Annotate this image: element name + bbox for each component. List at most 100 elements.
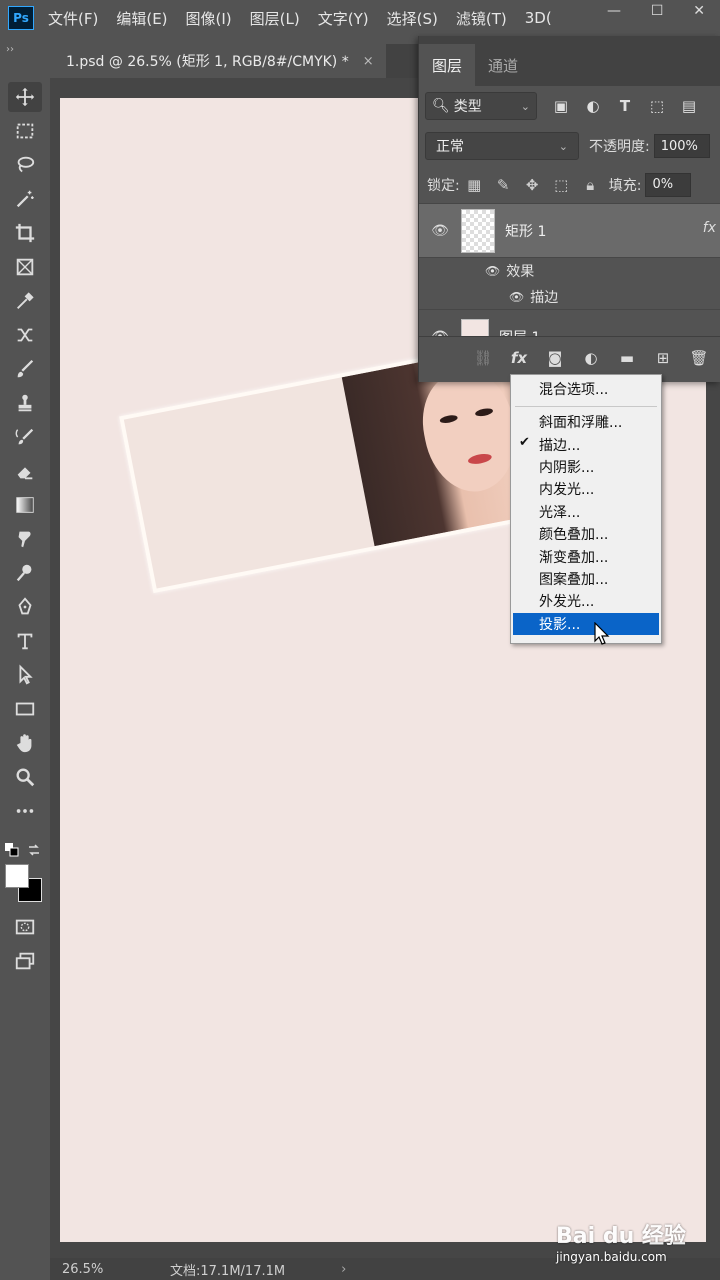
rectangle-tool-icon[interactable] bbox=[8, 694, 42, 724]
menu-item-inner-glow[interactable]: 内发光... bbox=[511, 478, 661, 500]
menu-item-stroke[interactable]: ✔ 描边... bbox=[511, 433, 661, 455]
fill-field[interactable]: 0% bbox=[645, 172, 692, 197]
maximize-button[interactable]: ☐ bbox=[651, 3, 664, 19]
menu-select[interactable]: 选择(S) bbox=[387, 8, 438, 29]
blend-mode-select[interactable]: 正常 ⌄ bbox=[425, 132, 579, 160]
menu-item-label: 渐变叠加... bbox=[539, 549, 609, 566]
window-controls: — ☐ ✕ bbox=[592, 0, 720, 22]
document-tab[interactable]: 1.psd @ 26.5% (矩形 1, RGB/8#/CMYK) * × bbox=[50, 44, 386, 78]
delete-layer-icon[interactable]: 🗑︎ bbox=[681, 349, 717, 367]
more-tools-icon[interactable] bbox=[8, 796, 42, 826]
tools-panel: ›› bbox=[0, 44, 50, 1280]
lock-transparency-icon[interactable]: ▦ bbox=[460, 176, 489, 194]
lock-pixels-icon[interactable]: ✎ bbox=[489, 176, 518, 194]
gradient-tool-icon[interactable] bbox=[8, 490, 42, 520]
menu-item-outer-glow[interactable]: 外发光... bbox=[511, 590, 661, 612]
frame-tool-icon[interactable] bbox=[8, 252, 42, 282]
fx-icon[interactable]: fx bbox=[703, 220, 716, 236]
clone-stamp-tool-icon[interactable] bbox=[8, 388, 42, 418]
menu-item-color-overlay[interactable]: 颜色叠加... bbox=[511, 523, 661, 545]
menu-filter[interactable]: 滤镜(T) bbox=[456, 8, 507, 29]
hand-tool-icon[interactable] bbox=[8, 728, 42, 758]
layers-panel: 图层 通道 🔍︎ 类型 ⌄ ▣ ◐ T ⬚ ▤ 正常 ⌄ 不透明度: 100% … bbox=[418, 36, 720, 382]
smart-object-filter-icon[interactable]: ▤ bbox=[673, 97, 705, 115]
shape-filter-icon[interactable]: ⬚ bbox=[641, 97, 673, 115]
menu-type[interactable]: 文字(Y) bbox=[318, 8, 369, 29]
type-tool-icon[interactable] bbox=[8, 626, 42, 656]
adjustment-layer-icon[interactable]: ◐ bbox=[573, 349, 609, 367]
menu-item-label: 图案叠加... bbox=[539, 571, 609, 588]
blur-tool-icon[interactable] bbox=[8, 524, 42, 554]
layer-row-rectangle[interactable]: 👁︎ 矩形 1 fx bbox=[419, 204, 720, 258]
search-icon: 🔍︎ bbox=[432, 98, 450, 114]
minimize-button[interactable]: — bbox=[607, 3, 621, 19]
menu-item-satin[interactable]: 光泽... bbox=[511, 501, 661, 523]
menu-item-label: 光泽... bbox=[539, 504, 581, 521]
panel-grip-icon[interactable]: ›› bbox=[6, 44, 14, 55]
crop-tool-icon[interactable] bbox=[8, 218, 42, 248]
move-tool-icon[interactable] bbox=[8, 82, 42, 112]
portrait-face bbox=[413, 364, 526, 500]
screen-mode-icon[interactable] bbox=[8, 946, 42, 976]
fill-label: 填充: bbox=[608, 177, 642, 194]
status-menu-icon[interactable]: › bbox=[341, 1262, 346, 1277]
menu-item-bevel-emboss[interactable]: 斜面和浮雕... bbox=[511, 411, 661, 433]
menu-3d[interactable]: 3D( bbox=[525, 9, 552, 27]
panel-tabs: 图层 通道 bbox=[419, 36, 720, 86]
layer-style-menu: 混合选项... 斜面和浮雕... ✔ 描边... 内阴影... 内发光... 光泽… bbox=[510, 374, 662, 644]
photoshop-logo[interactable]: Ps bbox=[8, 6, 34, 30]
zoom-tool-icon[interactable] bbox=[8, 762, 42, 792]
foreground-color-swatch[interactable] bbox=[5, 864, 29, 888]
eye-icon[interactable]: 👁︎ bbox=[509, 290, 524, 304]
new-layer-icon[interactable]: ⊞ bbox=[645, 349, 681, 367]
stroke-effect-row[interactable]: 👁︎ 描边 bbox=[419, 284, 720, 310]
lock-all-icon[interactable]: 🔒︎ bbox=[576, 176, 605, 194]
close-tab-icon[interactable]: × bbox=[363, 54, 374, 69]
menu-item-pattern-overlay[interactable]: 图案叠加... bbox=[511, 568, 661, 590]
effects-label: 效果 bbox=[506, 264, 535, 280]
menu-image[interactable]: 图像(I) bbox=[186, 8, 232, 29]
eraser-tool-icon[interactable] bbox=[8, 456, 42, 486]
menu-file[interactable]: 文件(F) bbox=[48, 8, 98, 29]
layer-filter-select[interactable]: 🔍︎ 类型 ⌄ bbox=[425, 92, 537, 120]
menu-item-blend-options[interactable]: 混合选项... bbox=[511, 375, 661, 403]
quick-mask-icon[interactable] bbox=[8, 912, 42, 942]
menu-item-inner-shadow[interactable]: 内阴影... bbox=[511, 456, 661, 478]
eye-icon[interactable]: 👁︎ bbox=[419, 223, 461, 239]
path-selection-tool-icon[interactable] bbox=[8, 660, 42, 690]
eye-icon[interactable]: 👁︎ bbox=[485, 264, 500, 278]
pixel-filter-icon[interactable]: ▣ bbox=[545, 97, 577, 115]
menu-item-gradient-overlay[interactable]: 渐变叠加... bbox=[511, 545, 661, 567]
group-folder-icon[interactable]: ▬ bbox=[609, 349, 645, 367]
pen-tool-icon[interactable] bbox=[8, 592, 42, 622]
lasso-tool-icon[interactable] bbox=[8, 150, 42, 180]
effects-row[interactable]: 👁︎ 效果 bbox=[419, 258, 720, 284]
tab-layers[interactable]: 图层 bbox=[419, 44, 476, 86]
blend-row: 正常 ⌄ 不透明度: 100% bbox=[419, 126, 720, 166]
lock-artboard-icon[interactable]: ⬚ bbox=[547, 176, 576, 194]
lock-label: 锁定: bbox=[427, 177, 460, 194]
marquee-tool-icon[interactable] bbox=[8, 116, 42, 146]
close-window-button[interactable]: ✕ bbox=[693, 3, 705, 19]
lock-position-icon[interactable]: ✥ bbox=[518, 176, 547, 194]
default-colors-icon[interactable] bbox=[4, 842, 20, 858]
eyedropper-tool-icon[interactable] bbox=[8, 286, 42, 316]
menu-edit[interactable]: 编辑(E) bbox=[116, 8, 167, 29]
add-layer-style-icon[interactable]: fx bbox=[501, 349, 537, 367]
brush-tool-icon[interactable] bbox=[8, 354, 42, 384]
add-mask-icon[interactable]: ◙ bbox=[537, 349, 573, 367]
adjustment-filter-icon[interactable]: ◐ bbox=[577, 97, 609, 115]
dodge-tool-icon[interactable] bbox=[8, 558, 42, 588]
swap-colors-icon[interactable] bbox=[26, 842, 42, 858]
healing-brush-tool-icon[interactable] bbox=[8, 320, 42, 350]
tab-channels[interactable]: 通道 bbox=[475, 44, 531, 86]
history-brush-tool-icon[interactable] bbox=[8, 422, 42, 452]
filter-type-label: 类型 bbox=[453, 99, 482, 115]
opacity-field[interactable]: 100% bbox=[653, 134, 710, 158]
type-filter-icon[interactable]: T bbox=[609, 97, 641, 115]
menu-item-drop-shadow[interactable]: 投影... bbox=[513, 612, 659, 635]
zoom-level[interactable]: 26.5% bbox=[62, 1262, 152, 1277]
link-layers-icon[interactable]: ⛓︎ bbox=[465, 349, 501, 367]
menu-layer[interactable]: 图层(L) bbox=[250, 8, 300, 29]
magic-wand-tool-icon[interactable] bbox=[8, 184, 42, 214]
